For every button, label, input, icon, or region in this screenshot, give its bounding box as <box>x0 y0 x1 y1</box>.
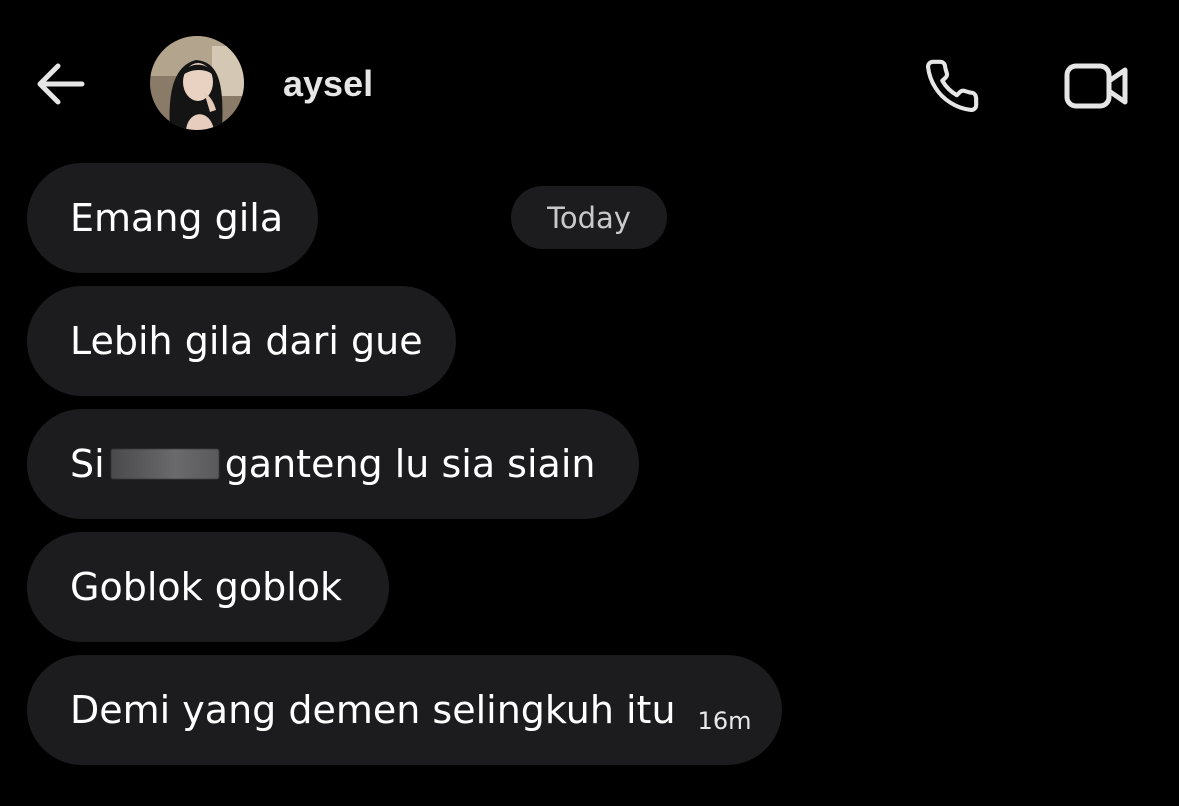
redaction-block <box>110 449 219 479</box>
message-bubble[interactable]: Goblok goblok <box>27 532 389 642</box>
contact-name[interactable]: aysel <box>283 62 373 106</box>
message-text-after: ganteng lu sia siain <box>224 442 596 486</box>
avatar[interactable] <box>150 36 244 130</box>
date-separator: Today <box>511 186 667 249</box>
avatar-photo <box>150 36 244 130</box>
message-bubble[interactable]: Si ganteng lu sia siain <box>27 409 639 519</box>
message-text: Demi yang demen selingkuh itu <box>70 688 676 732</box>
arrow-left-icon <box>37 63 85 105</box>
message-bubble[interactable]: Demi yang demen selingkuh itu 16m <box>27 655 782 765</box>
message-text: Emang gila <box>70 196 284 240</box>
message-timestamp: 16m <box>697 707 752 735</box>
video-call-button[interactable] <box>1058 54 1134 118</box>
video-camera-icon <box>1064 63 1128 109</box>
message-text: Goblok goblok <box>70 565 343 609</box>
message-bubble[interactable]: Lebih gila dari gue <box>27 286 456 396</box>
phone-icon <box>926 59 979 112</box>
message-text-before: Si <box>70 442 105 486</box>
voice-call-button[interactable] <box>920 54 984 118</box>
back-button[interactable] <box>30 56 90 112</box>
message-bubble[interactable]: Emang gila <box>27 163 318 273</box>
message-text: Lebih gila dari gue <box>70 319 423 363</box>
chat-header: aysel <box>0 0 1179 160</box>
